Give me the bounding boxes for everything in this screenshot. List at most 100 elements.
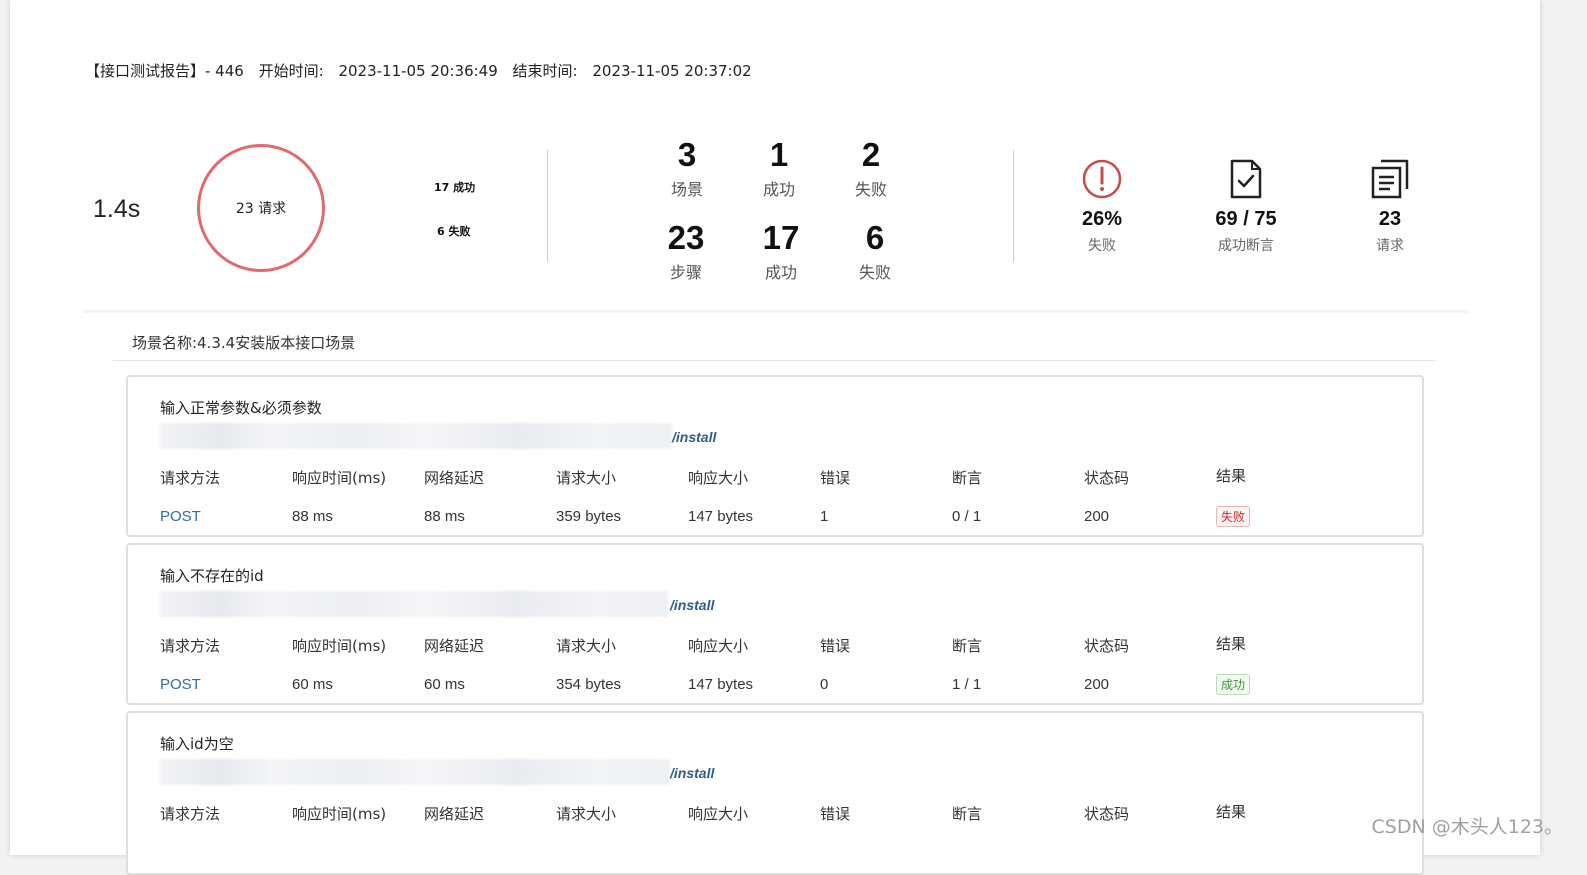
stat-scenes: 3 场景 xyxy=(647,136,727,200)
step-title: 输入id为空 xyxy=(160,735,234,753)
col-response-time: 响应时间(ms) xyxy=(292,805,387,823)
stat-steps-success: 17 成功 xyxy=(741,219,821,283)
step-url-path: /install xyxy=(672,429,717,445)
step-url-path: /install xyxy=(670,597,715,613)
divider-left xyxy=(547,150,548,262)
summary-separator xyxy=(83,310,1468,313)
col-request-size: 请求大小 xyxy=(556,469,617,487)
col-errors: 错误 xyxy=(820,469,851,487)
value-assertions: 0 / 1 xyxy=(952,508,982,525)
report-header: 【接口测试报告】- 446 开始时间: 2023-11-05 20:36:49 … xyxy=(85,60,762,81)
step-title: 输入正常参数&必须参数 xyxy=(160,399,322,417)
stat-label: 成功 xyxy=(762,180,795,199)
value-latency: 60 ms xyxy=(424,676,465,693)
value-request-size: 359 bytes xyxy=(556,508,622,525)
stat-label: 成功 xyxy=(764,263,797,282)
copy-list-icon xyxy=(1330,158,1450,200)
file-check-icon xyxy=(1186,158,1306,200)
value-latency: 88 ms xyxy=(424,508,465,525)
value-errors: 0 xyxy=(820,676,829,693)
start-time-label: 开始时间: xyxy=(258,62,324,80)
col-status-code: 状态码 xyxy=(1084,637,1130,655)
metric-value: 69 / 75 xyxy=(1215,208,1277,230)
col-latency: 网络延迟 xyxy=(424,469,485,487)
col-status-code: 状态码 xyxy=(1084,469,1130,487)
step-card[interactable]: 输入不存在的id /install 请求方法 响应时间(ms) 网络延迟 请求大… xyxy=(126,543,1424,705)
value-method: POST xyxy=(160,508,201,525)
col-latency: 网络延迟 xyxy=(424,805,485,823)
stat-num: 17 xyxy=(762,219,800,256)
end-time-label: 结束时间: xyxy=(512,62,578,80)
stat-scenes-success: 1 成功 xyxy=(739,136,819,200)
metric-assertions: 69 / 75 成功断言 xyxy=(1186,158,1306,255)
report-title: 【接口测试报告】- 446 xyxy=(85,62,244,80)
stat-num: 3 xyxy=(677,136,697,173)
scene-divider xyxy=(113,360,1436,361)
value-response-time: 60 ms xyxy=(292,676,333,693)
stat-num: 6 xyxy=(865,219,885,256)
col-response-size: 响应大小 xyxy=(688,469,749,487)
col-result: 结果 xyxy=(1216,467,1247,485)
metric-label: 成功断言 xyxy=(1218,238,1274,254)
col-response-size: 响应大小 xyxy=(688,637,749,655)
step-title: 输入不存在的id xyxy=(160,567,264,585)
request-ring-chart: 23 请求 xyxy=(197,144,325,272)
value-errors: 1 xyxy=(820,508,829,525)
stat-scenes-fail: 2 失败 xyxy=(831,136,911,200)
metric-value: 26% xyxy=(1081,208,1123,230)
total-duration: 1.4s xyxy=(93,195,141,223)
stat-steps-fail: 6 失败 xyxy=(835,219,915,283)
col-method: 请求方法 xyxy=(160,469,221,487)
col-method: 请求方法 xyxy=(160,805,221,823)
result-badge-success: 成功 xyxy=(1216,674,1251,695)
col-request-size: 请求大小 xyxy=(556,805,617,823)
col-latency: 网络延迟 xyxy=(424,637,485,655)
blurred-url xyxy=(160,423,672,449)
ring-success-legend: 17 成功 xyxy=(434,181,476,194)
metric-label: 失败 xyxy=(1088,238,1116,254)
stat-num: 1 xyxy=(769,136,789,173)
metric-label: 请求 xyxy=(1376,238,1404,254)
metric-requests: 23 请求 xyxy=(1330,158,1450,255)
blurred-url xyxy=(160,759,670,785)
ring-fail-legend: 6 失败 xyxy=(437,225,471,238)
stat-label: 场景 xyxy=(670,180,703,199)
summary-panel: 1.4s 23 请求 17 成功 6 失败 3 场景 1 成功 2 失败 23 … xyxy=(10,120,1540,310)
report-page: 【接口测试报告】- 446 开始时间: 2023-11-05 20:36:49 … xyxy=(10,0,1540,875)
stat-label: 步骤 xyxy=(669,263,702,282)
start-time-value: 2023-11-05 20:36:49 xyxy=(338,62,498,80)
value-response-size: 147 bytes xyxy=(688,676,754,693)
col-assertions: 断言 xyxy=(952,469,983,487)
stat-num: 23 xyxy=(667,219,705,256)
step-card[interactable]: 输入正常参数&必须参数 /install 请求方法 响应时间(ms) 网络延迟 … xyxy=(126,375,1424,537)
ring-label: 23 请求 xyxy=(235,201,287,217)
col-result: 结果 xyxy=(1216,635,1247,653)
value-status-code: 200 xyxy=(1084,676,1110,693)
blurred-url xyxy=(160,591,668,617)
step-card[interactable]: 输入id为空 /install 请求方法 响应时间(ms) 网络延迟 请求大小 … xyxy=(126,711,1424,875)
col-status-code: 状态码 xyxy=(1084,805,1130,823)
col-assertions: 断言 xyxy=(952,637,983,655)
col-errors: 错误 xyxy=(820,637,851,655)
value-response-time: 88 ms xyxy=(292,508,333,525)
stat-label: 失败 xyxy=(854,180,887,199)
metric-value: 23 xyxy=(1378,208,1402,230)
csdn-watermark: CSDN @木头人123。 xyxy=(1371,816,1563,838)
col-result: 结果 xyxy=(1216,803,1247,821)
metric-fail-rate: 26% 失败 xyxy=(1042,158,1162,255)
col-assertions: 断言 xyxy=(952,805,983,823)
col-request-size: 请求大小 xyxy=(556,637,617,655)
step-url-path: /install xyxy=(670,765,715,781)
col-errors: 错误 xyxy=(820,805,851,823)
value-status-code: 200 xyxy=(1084,508,1110,525)
value-response-size: 147 bytes xyxy=(688,508,754,525)
value-method: POST xyxy=(160,676,201,693)
value-request-size: 354 bytes xyxy=(556,676,622,693)
stat-steps: 23 步骤 xyxy=(646,219,726,283)
value-assertions: 1 / 1 xyxy=(952,676,982,693)
divider-right xyxy=(1013,150,1014,262)
col-method: 请求方法 xyxy=(160,637,221,655)
exclamation-circle-icon xyxy=(1042,158,1162,200)
col-response-time: 响应时间(ms) xyxy=(292,637,387,655)
stat-num: 2 xyxy=(861,136,881,173)
